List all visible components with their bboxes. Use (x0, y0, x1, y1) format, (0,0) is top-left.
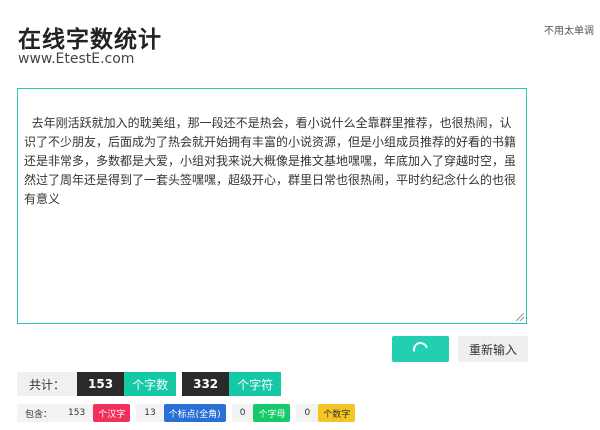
loading-spinner-icon (410, 338, 431, 360)
char-count-unit: 个字数 (124, 372, 177, 396)
hanzi-badge: 个汉字 (93, 404, 131, 422)
digit-count-value: 0 (296, 404, 319, 422)
text-input-content: 去年刚活跃就加入的耽美组，那一段还不是热会，看小说什么全靠群里推荐，也很热闹，认… (24, 116, 517, 206)
detail-breakdown: 包含： 153 个汉字 13 个标点(全角) 0 个字母 0 个数字 (17, 404, 356, 422)
page-title: 在线字数统计 (18, 27, 162, 53)
resize-handle-icon[interactable] (516, 313, 524, 321)
total-label: 共计： (17, 372, 78, 396)
punctuation-badge: 个标点(全角) (163, 404, 226, 422)
detail-label: 包含： (17, 404, 61, 422)
hanzi-count-value: 153 (60, 404, 94, 422)
reset-button[interactable]: 重新输入 (458, 336, 528, 362)
site-url: www.EtestE.com (18, 51, 135, 67)
text-input-area[interactable]: 去年刚活跃就加入的耽美组，那一段还不是热会，看小说什么全靠群里推荐，也很热闹，认… (17, 88, 527, 324)
letter-count-value: 0 (231, 404, 254, 422)
count-button[interactable] (392, 336, 449, 362)
total-summary: 共计： 153 个字数 332 个字符 (17, 372, 282, 396)
digit-badge: 个数字 (318, 404, 356, 422)
char-count-value: 153 (77, 372, 125, 396)
punctuation-count-value: 13 (136, 404, 164, 422)
symbol-count-value: 332 (182, 372, 230, 396)
letter-badge: 个字母 (253, 404, 291, 422)
symbol-count-unit: 个字符 (229, 372, 282, 396)
corner-note[interactable]: 不用太单调 (544, 22, 594, 37)
